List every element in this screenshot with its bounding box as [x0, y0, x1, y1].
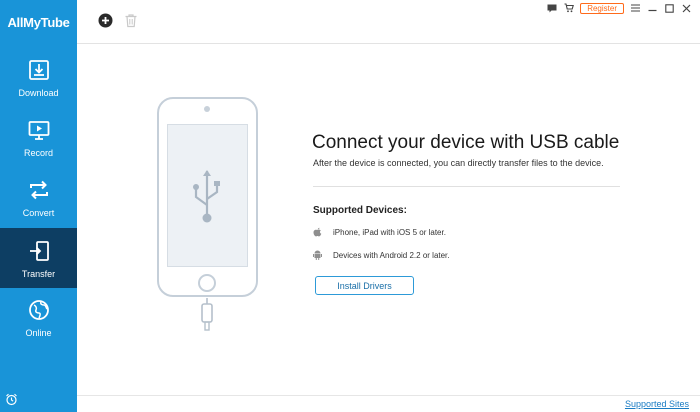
close-icon[interactable] [681, 3, 692, 14]
device-support-text: iPhone, iPad with iOS 5 or later. [333, 227, 446, 237]
sidebar-item-transfer[interactable]: Transfer [0, 228, 77, 288]
usb-icon [193, 170, 220, 223]
supported-devices-heading: Supported Devices: [313, 205, 407, 216]
footer: Supported Sites [77, 395, 700, 412]
menu-icon[interactable] [630, 3, 641, 14]
install-drivers-button[interactable]: Install Drivers [315, 276, 414, 295]
convert-arrows-icon [29, 180, 48, 200]
sidebar-item-label: Online [25, 328, 52, 338]
divider [313, 186, 620, 187]
sidebar-item-convert[interactable]: Convert [0, 167, 77, 227]
usb-cable-icon [201, 298, 213, 331]
app-logo: AllMyTube [7, 14, 70, 30]
sidebar-item-label: Download [18, 88, 59, 98]
message-icon[interactable] [546, 3, 557, 14]
sidebar: AllMyTube Download Record Convert Transf… [0, 0, 77, 412]
sidebar-item-label: Convert [22, 208, 55, 218]
instruction-text: After the device is connected, you can d… [313, 158, 604, 168]
supported-sites-link[interactable]: Supported Sites [625, 399, 689, 409]
sidebar-item-record[interactable]: Record [0, 107, 77, 167]
trash-icon[interactable] [124, 13, 138, 28]
sidebar-item-online[interactable]: Online [0, 287, 77, 347]
sidebar-item-label: Record [23, 148, 53, 158]
alarm-clock-icon[interactable] [5, 393, 18, 406]
apple-icon [313, 227, 322, 237]
android-icon [313, 250, 322, 260]
phone-camera [204, 106, 210, 112]
device-row-ios: iPhone, iPad with iOS 5 or later. [313, 227, 446, 237]
minimize-icon[interactable] [647, 3, 658, 14]
globe-icon [28, 300, 49, 320]
monitor-record-icon [28, 121, 49, 140]
device-row-android: Devices with Android 2.2 or later. [313, 250, 450, 260]
maximize-icon[interactable] [664, 3, 675, 14]
sidebar-item-download[interactable]: Download [0, 47, 77, 107]
sidebar-item-label: Transfer [21, 269, 56, 279]
window-controls: Register [546, 1, 692, 15]
phone-home-button [198, 274, 216, 292]
add-circle-icon[interactable] [98, 13, 113, 28]
register-button[interactable]: Register [580, 2, 624, 14]
transfer-icon [29, 241, 49, 261]
cart-icon[interactable] [563, 3, 574, 14]
toolbar: Register [77, 0, 700, 44]
device-support-text: Devices with Android 2.2 or later. [333, 250, 450, 260]
download-icon [28, 60, 49, 80]
page-title: Connect your device with USB cable [312, 132, 620, 153]
